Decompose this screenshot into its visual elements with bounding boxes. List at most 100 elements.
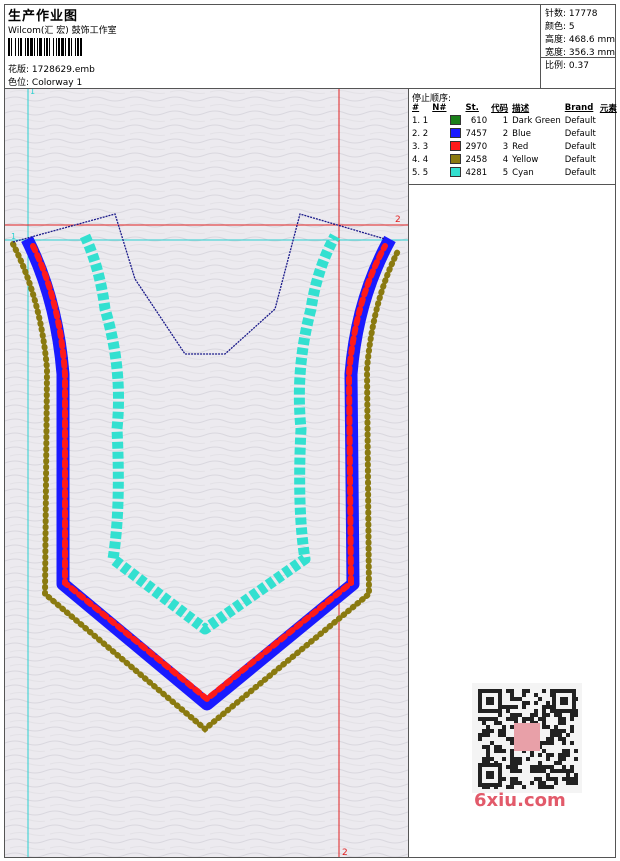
qr-module bbox=[506, 765, 510, 769]
qr-module bbox=[538, 697, 542, 701]
qr-module bbox=[558, 737, 562, 741]
qr-module bbox=[550, 741, 554, 745]
design-file: 花版: 1728629.emb bbox=[8, 62, 95, 75]
qr-module bbox=[566, 733, 570, 737]
qr-module bbox=[534, 765, 538, 769]
qr-module bbox=[562, 737, 566, 741]
qr-module bbox=[538, 777, 542, 781]
qr-module bbox=[494, 749, 498, 753]
cell-brand: Default bbox=[564, 154, 596, 165]
qr-module bbox=[538, 785, 542, 789]
cell-stitches: 2970 bbox=[465, 141, 488, 152]
qr-module bbox=[546, 757, 550, 761]
qr-module bbox=[510, 753, 514, 757]
qr-module bbox=[514, 769, 518, 773]
qr-module bbox=[510, 713, 514, 717]
stop-row: 5. 5 4281 5 Cyan Default bbox=[410, 166, 619, 179]
qr-module bbox=[490, 717, 494, 721]
stitch-count: 针数: 17778 bbox=[545, 9, 598, 19]
qr-module bbox=[526, 717, 530, 721]
qr-module bbox=[550, 777, 554, 781]
qr-module bbox=[546, 773, 550, 777]
qr-module bbox=[534, 701, 538, 705]
stop-sequence-table: # N# St. 代码 描述 Brand 元素 1. 1 610 1 Dark Gre… bbox=[410, 102, 619, 179]
qr-module bbox=[566, 781, 570, 785]
qr-module bbox=[538, 717, 542, 721]
qr-module bbox=[562, 753, 566, 757]
qr-module bbox=[550, 765, 554, 769]
qr-module bbox=[530, 769, 534, 773]
qr-module bbox=[546, 701, 550, 705]
qr-module bbox=[562, 721, 566, 725]
cell-stitches: 610 bbox=[470, 115, 488, 126]
qr-module bbox=[530, 765, 534, 769]
qr-module bbox=[558, 721, 562, 725]
stop-row: 3. 3 2970 3 Red Default bbox=[410, 140, 619, 153]
qr-module bbox=[510, 757, 514, 761]
qr-module bbox=[566, 777, 570, 781]
qr-module bbox=[574, 757, 578, 761]
qr-module bbox=[542, 717, 546, 721]
qr-module bbox=[486, 749, 490, 753]
qr-module bbox=[558, 757, 562, 761]
qr-module bbox=[510, 765, 514, 769]
qr-module bbox=[574, 749, 578, 753]
cell-element bbox=[598, 127, 619, 140]
col-needle: N# bbox=[432, 103, 447, 113]
qr-module bbox=[530, 781, 534, 785]
qr-module bbox=[494, 717, 498, 721]
cell-brand: Default bbox=[564, 167, 596, 178]
qr-module bbox=[542, 709, 546, 713]
qr-module bbox=[514, 781, 518, 785]
color-swatch bbox=[450, 141, 462, 152]
qr-module bbox=[482, 717, 486, 721]
cell-needle bbox=[430, 166, 448, 179]
cell-index: 3. 3 bbox=[412, 141, 429, 152]
panel-divider bbox=[408, 89, 409, 857]
qr-module bbox=[494, 721, 498, 725]
qr-module bbox=[566, 753, 570, 757]
qr-module bbox=[506, 689, 510, 693]
qr-module bbox=[554, 729, 558, 733]
qr-module bbox=[498, 733, 502, 737]
qr-module bbox=[486, 753, 490, 757]
design-canvas[interactable]: 1 1 2 2 bbox=[5, 89, 408, 857]
design-file-name: 1728629.emb bbox=[31, 65, 95, 75]
color-swatch bbox=[450, 128, 462, 139]
qr-module bbox=[570, 781, 574, 785]
qr-module bbox=[546, 737, 550, 741]
qr-module bbox=[498, 729, 502, 733]
qr-module bbox=[510, 781, 514, 785]
qr-module bbox=[546, 765, 550, 769]
qr-module bbox=[530, 753, 534, 757]
qr-module bbox=[566, 769, 570, 773]
cell-code: 5 bbox=[502, 167, 509, 178]
qr-module bbox=[514, 717, 518, 721]
qr-module bbox=[510, 749, 514, 753]
qr-module bbox=[542, 769, 546, 773]
qr-module bbox=[486, 757, 490, 761]
qr-module bbox=[506, 717, 510, 721]
qr-module bbox=[526, 689, 530, 693]
qr-module bbox=[570, 777, 574, 781]
qr-module bbox=[534, 777, 538, 781]
qr-module bbox=[526, 757, 530, 761]
qr-module bbox=[546, 777, 550, 781]
panel-separator bbox=[409, 184, 616, 185]
cell-needle bbox=[430, 127, 448, 140]
stop-table-header: # N# St. 代码 描述 Brand 元素 bbox=[410, 102, 619, 114]
guide-label-2-right: 2 bbox=[395, 215, 401, 225]
cell-stitches: 7457 bbox=[465, 128, 488, 139]
color-swatch bbox=[450, 115, 462, 126]
qr-module bbox=[522, 689, 526, 693]
qr-module bbox=[570, 725, 574, 729]
qr-module bbox=[558, 761, 562, 765]
qr-module bbox=[550, 785, 554, 789]
col-index: # bbox=[412, 103, 420, 113]
qr-module bbox=[502, 725, 506, 729]
guide-label-1-left: 1 bbox=[11, 232, 16, 241]
cell-desc: Dark Green bbox=[512, 115, 561, 126]
qr-module bbox=[502, 705, 506, 709]
qr-module bbox=[510, 737, 514, 741]
cell-code: 1 bbox=[502, 115, 509, 126]
